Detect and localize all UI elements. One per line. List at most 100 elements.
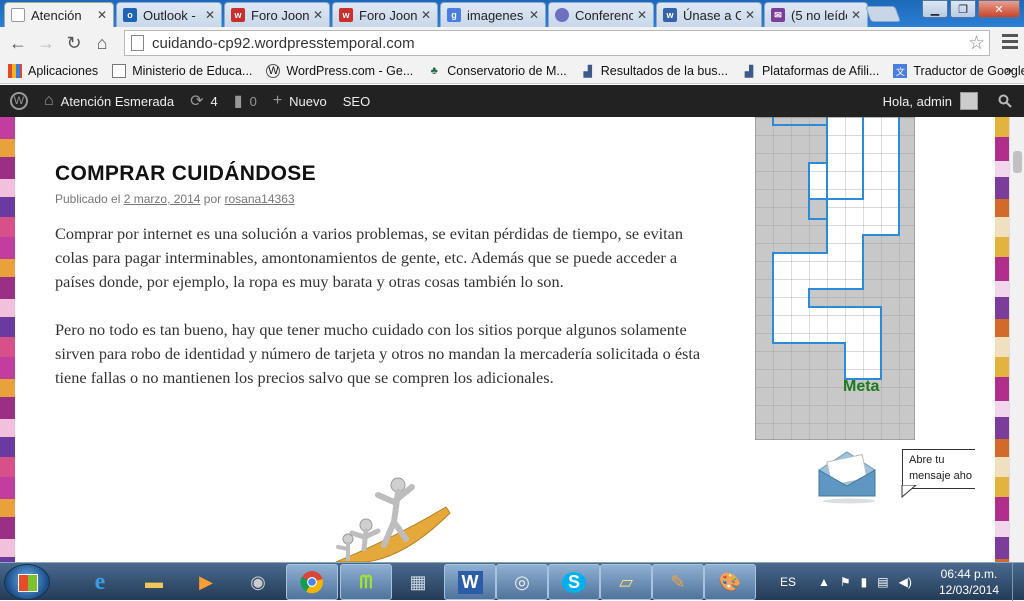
close-icon[interactable]: ✕ <box>421 8 431 22</box>
bookmark-label: Aplicaciones <box>28 64 99 78</box>
tab-label: Conferenc <box>575 7 633 23</box>
close-icon[interactable]: ✕ <box>637 8 647 22</box>
bookmark-plataformas[interactable]: ▟ Plataformas de Afili... <box>742 64 880 78</box>
tab-label: Atención <box>31 7 82 23</box>
tab-imagenes[interactable]: g imagenes ✕ <box>440 2 546 27</box>
close-icon[interactable]: ✕ <box>313 8 323 22</box>
volume-icon[interactable]: ◀) <box>899 575 912 589</box>
post-title[interactable]: COMPRAR CUIDÁNDOSE <box>55 162 705 186</box>
new-tab-button[interactable] <box>865 6 901 22</box>
bookmark-star-icon[interactable]: ☆ <box>968 32 985 55</box>
close-icon[interactable]: ✕ <box>97 8 107 22</box>
close-icon[interactable]: ✕ <box>529 8 539 22</box>
seo-menu[interactable]: SEO <box>335 85 378 117</box>
tab-strip: Atención ✕ o Outlook - ✕ w Foro Joon ✕ w… <box>0 0 1024 27</box>
tab-outlook[interactable]: o Outlook - ✕ <box>116 2 222 27</box>
back-button[interactable]: ← <box>4 29 32 57</box>
webcam-icon[interactable]: ◉ <box>232 564 284 600</box>
bookmark-aplicaciones[interactable]: Aplicaciones <box>8 64 98 78</box>
site-name: Atención Esmerada <box>60 93 175 109</box>
bubble-line-1: Abre tu <box>909 454 945 466</box>
browser-toolbar: ← → ↻ ⌂ cuidando-cp92.wordpresstemporal.… <box>0 27 1024 59</box>
maximize-button[interactable]: ❐ <box>950 0 976 18</box>
tab-foro-joomla-1[interactable]: w Foro Joon ✕ <box>224 2 330 27</box>
word-icon[interactable]: W <box>444 564 496 600</box>
flag-icon[interactable]: ⚑ <box>840 575 851 589</box>
bookmark-conservatorio[interactable]: ♣ Conservatorio de M... <box>427 64 567 78</box>
conservatory-icon: ♣ <box>430 65 438 77</box>
comments-menu[interactable]: ▮ 0 <box>226 85 265 117</box>
paint-icon[interactable]: 🎨 <box>704 564 756 600</box>
close-icon[interactable]: ✕ <box>745 8 755 22</box>
comment-bubble-icon: ▮ <box>233 93 243 110</box>
union-icon: w <box>663 8 677 22</box>
minimize-button[interactable]: ▁ <box>922 0 948 18</box>
page-scrollbar[interactable] <box>1009 117 1024 562</box>
admin-bar-right: Hola, admin <box>875 85 1024 117</box>
bookmark-resultados[interactable]: ▟ Resultados de la bus... <box>581 64 728 78</box>
forward-button[interactable]: → <box>32 29 60 57</box>
joomla-icon: w <box>231 8 245 22</box>
tab-atencion[interactable]: Atención ✕ <box>4 2 114 27</box>
taskbar-clock[interactable]: 06:44 p.m. 12/03/2014 <box>930 566 1008 598</box>
tab-label: Foro Joon <box>251 7 309 23</box>
skype-icon[interactable]: S <box>548 564 600 600</box>
new-content-menu[interactable]: + Nuevo <box>265 85 335 117</box>
published-prefix: Publicado el <box>55 192 121 206</box>
wordpress-logo-icon: W <box>10 92 28 110</box>
show-desktop-button[interactable] <box>1012 563 1024 601</box>
tray-expand-icon[interactable]: ▲ <box>818 575 830 589</box>
pen-app-icon[interactable]: ✎ <box>652 564 704 600</box>
wp-logo-menu[interactable]: W <box>0 85 36 117</box>
apps-grid-icon <box>8 64 22 78</box>
start-button[interactable] <box>4 564 50 600</box>
bookmark-label: WordPress.com - Ge... <box>286 64 414 78</box>
updates-menu[interactable]: ⟳ 4 <box>182 85 226 117</box>
chrome-icon[interactable] <box>286 564 338 600</box>
chrome-menu-icon[interactable] <box>1002 34 1018 52</box>
maze-goal-label: Meta <box>843 378 880 395</box>
window-close-button[interactable]: ✕ <box>978 0 1020 18</box>
home-button[interactable]: ⌂ <box>88 29 116 57</box>
tab-conferencia[interactable]: Conferenc ✕ <box>548 2 654 27</box>
message-bubble[interactable]: Abre tu mensaje aho <box>902 449 975 489</box>
media-player-icon[interactable]: ▶ <box>180 564 232 600</box>
bookmarks-overflow-button[interactable]: » <box>1005 63 1012 77</box>
google-icon: g <box>447 8 461 22</box>
tab-foro-joomla-2[interactable]: w Foro Joon ✕ <box>332 2 438 27</box>
close-icon[interactable]: ✕ <box>205 8 215 22</box>
language-indicator[interactable]: ES <box>780 575 796 589</box>
tab-correo[interactable]: ✉ (5 no leído ✕ <box>764 2 868 27</box>
page-icon <box>131 35 144 51</box>
bookmark-wordpress[interactable]: W WordPress.com - Ge... <box>266 64 413 78</box>
address-bar[interactable]: cuidando-cp92.wordpresstemporal.com ☆ <box>124 30 990 56</box>
tab-label: Únase a C <box>683 7 741 23</box>
wordpress-page-icon <box>11 8 25 22</box>
open-envelope-icon[interactable] <box>815 444 879 504</box>
bubble-tail-icon <box>901 485 917 499</box>
url-text: cuidando-cp92.wordpresstemporal.com <box>152 34 415 52</box>
tab-unase[interactable]: w Únase a C ✕ <box>656 2 762 27</box>
page-viewport: COMPRAR CUIDÁNDOSE Publicado el 2 marzo,… <box>0 117 1024 562</box>
author-link[interactable]: rosana14363 <box>224 192 294 206</box>
ie-icon[interactable]: e <box>74 564 126 600</box>
bookmark-ministerio[interactable]: Ministerio de Educa... <box>112 64 252 78</box>
notes-icon[interactable]: ▱ <box>600 564 652 600</box>
app-icon[interactable]: ◎ <box>496 564 548 600</box>
reload-button[interactable]: ↻ <box>60 29 88 57</box>
site-name-menu[interactable]: ⌂ Atención Esmerada <box>36 85 182 117</box>
translate-icon: 文 <box>893 64 908 78</box>
seo-label: SEO <box>342 93 371 109</box>
search-icon[interactable] <box>986 85 1024 117</box>
power-icon[interactable]: ▮ <box>861 575 868 589</box>
my-account-menu[interactable]: Hola, admin <box>875 85 986 117</box>
page-icon <box>112 64 127 78</box>
calculator-icon[interactable]: ▦ <box>392 564 444 600</box>
network-icon[interactable]: ▤ <box>877 575 888 589</box>
post-date-link[interactable]: 2 marzo, 2014 <box>124 192 201 206</box>
close-icon[interactable]: ✕ <box>851 8 861 22</box>
movistar-icon[interactable]: ᗰ <box>340 564 392 600</box>
explorer-icon[interactable]: ▬ <box>128 564 180 600</box>
by-label: por <box>203 192 222 206</box>
scroll-thumb[interactable] <box>1013 151 1022 173</box>
